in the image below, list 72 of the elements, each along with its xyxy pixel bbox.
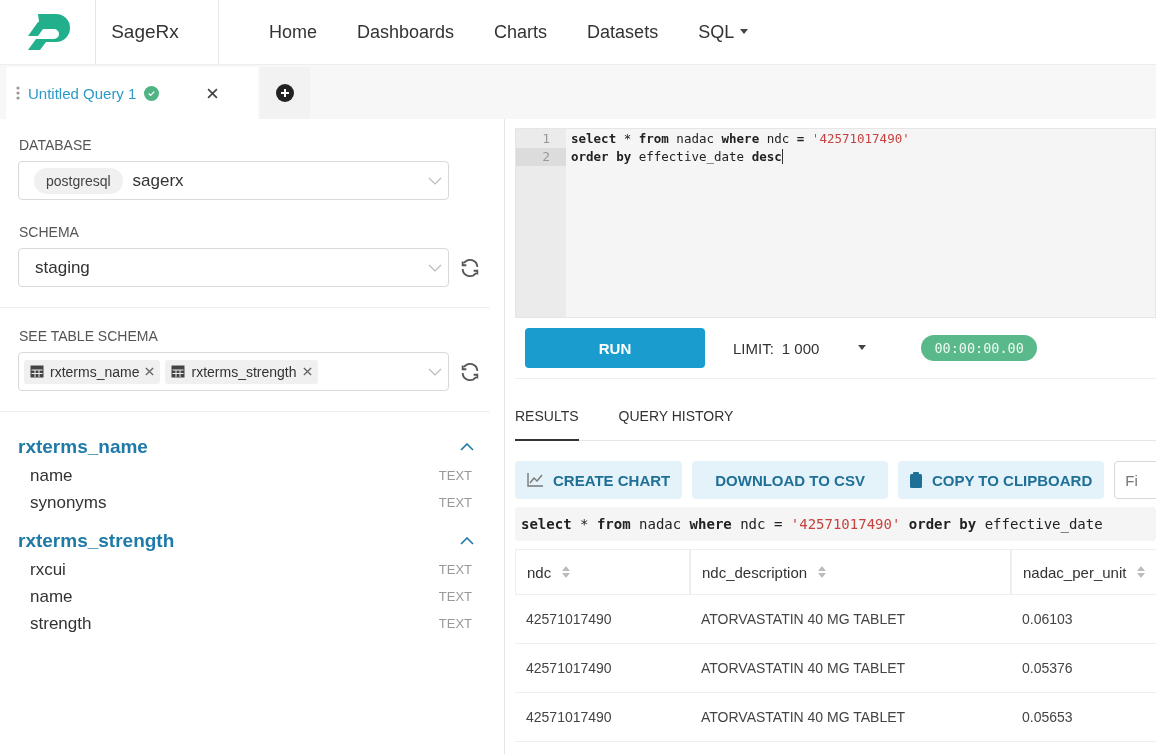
nav-link[interactable]: SQL bbox=[678, 21, 770, 43]
column-name: strength bbox=[30, 613, 93, 634]
select-value: sagerx bbox=[132, 170, 185, 191]
field-label: SEE TABLE SCHEMA bbox=[19, 328, 159, 344]
column-header[interactable]: ndc_description bbox=[702, 563, 808, 581]
table-cell-text: 42571017490 bbox=[525, 659, 613, 678]
column-type: TEXT bbox=[438, 562, 472, 577]
table-name: rxterms_name bbox=[18, 436, 149, 458]
limit-dropdown[interactable]: LIMIT: 1 000 bbox=[733, 339, 868, 357]
close-icon[interactable] bbox=[145, 367, 155, 376]
column-type: TEXT bbox=[438, 468, 472, 483]
column-name: name bbox=[30, 586, 74, 607]
limit-value: 1 000 bbox=[781, 339, 820, 357]
table-cell-text: 0.06103 bbox=[1021, 610, 1074, 629]
nav-link[interactable]: Home bbox=[249, 21, 337, 43]
chevron-up-icon[interactable] bbox=[460, 443, 474, 451]
table-icon bbox=[171, 365, 186, 378]
table-cell-text: ATORVASTATIN 40 MG TABLET bbox=[700, 659, 907, 678]
action-button[interactable]: COPY TO CLIPBOARD bbox=[897, 461, 1105, 499]
code-line: order by effective_date desc bbox=[571, 149, 782, 164]
action-button[interactable]: CREATE CHART bbox=[515, 461, 683, 499]
nav-link[interactable]: Dashboards bbox=[337, 21, 475, 43]
column-header[interactable]: nadac_per_unit bbox=[1023, 563, 1127, 581]
close-icon[interactable] bbox=[302, 367, 312, 376]
table-cell-text: ATORVASTATIN 40 MG TABLET bbox=[700, 708, 907, 727]
table-cell-text: 0.05653 bbox=[1021, 708, 1074, 727]
line-number: 2 bbox=[516, 148, 566, 166]
column-name: synonyms bbox=[30, 492, 108, 513]
results-tab[interactable]: RESULTS bbox=[515, 408, 579, 441]
table-cell-text: 0.05376 bbox=[1021, 659, 1074, 678]
filter-field[interactable]: Fi bbox=[1114, 461, 1156, 499]
clipboard-icon bbox=[909, 472, 922, 488]
column-name: rxcui bbox=[30, 559, 67, 580]
results-tab[interactable]: QUERY HISTORY bbox=[618, 408, 734, 441]
action-button[interactable]: DOWNLOAD TO CSV bbox=[692, 461, 888, 499]
sql-editor[interactable]: 1 2 select * from nadac where ndc = '42571017490' order by effective_date desc bbox=[515, 128, 1156, 318]
refresh-icon[interactable] bbox=[459, 256, 481, 279]
table-cell-text: ATORVASTATIN 40 MG TABLET bbox=[700, 610, 907, 629]
schema-select[interactable]: staging bbox=[18, 248, 449, 287]
line-chart-icon bbox=[527, 473, 543, 487]
refresh-icon[interactable] bbox=[459, 360, 481, 383]
line-number: 1 bbox=[541, 130, 551, 148]
table-name: rxterms_strength bbox=[18, 530, 176, 552]
add-tab-button[interactable] bbox=[260, 67, 310, 119]
limit-label: LIMIT: bbox=[733, 339, 774, 357]
column-type: TEXT bbox=[438, 495, 472, 510]
table-select[interactable]: rxterms_name rxterms_strength bbox=[18, 352, 449, 391]
field-label: SCHEMA bbox=[19, 224, 80, 240]
column-type: TEXT bbox=[438, 616, 472, 631]
caret-icon bbox=[857, 345, 868, 351]
column-type: TEXT bbox=[438, 589, 472, 604]
chevron-up-icon[interactable] bbox=[460, 537, 474, 545]
nav-link[interactable]: Datasets bbox=[567, 21, 679, 43]
drag-handle-icon[interactable] bbox=[16, 86, 20, 100]
plus-icon bbox=[276, 84, 294, 102]
brand-name: SageRx bbox=[95, 0, 219, 64]
database-select[interactable]: postgresql sagerx bbox=[18, 161, 449, 200]
column-name: name bbox=[30, 465, 74, 486]
select-value: staging bbox=[35, 257, 91, 278]
table-cell-text: 42571017490 bbox=[525, 610, 613, 629]
close-icon[interactable] bbox=[207, 87, 218, 99]
tag-label: rxterms_strength bbox=[191, 363, 297, 380]
field-label: DATABASE bbox=[19, 137, 93, 153]
nav-link[interactable]: Charts bbox=[474, 21, 568, 43]
table-icon bbox=[30, 365, 44, 378]
code-line: select * from nadac where ndc = '42571017490' bbox=[571, 131, 910, 146]
table-cell-text: 42571017490 bbox=[525, 708, 613, 727]
backend-tag: postgresql bbox=[34, 167, 123, 194]
column-header[interactable]: ndc bbox=[527, 563, 552, 581]
executed-query: select * from nadac where ndc = '42571017490' order by effective_date bbox=[515, 507, 1156, 541]
timer-badge: 00:00:00.00 bbox=[921, 335, 1037, 361]
tag-label: rxterms_name bbox=[50, 363, 140, 380]
